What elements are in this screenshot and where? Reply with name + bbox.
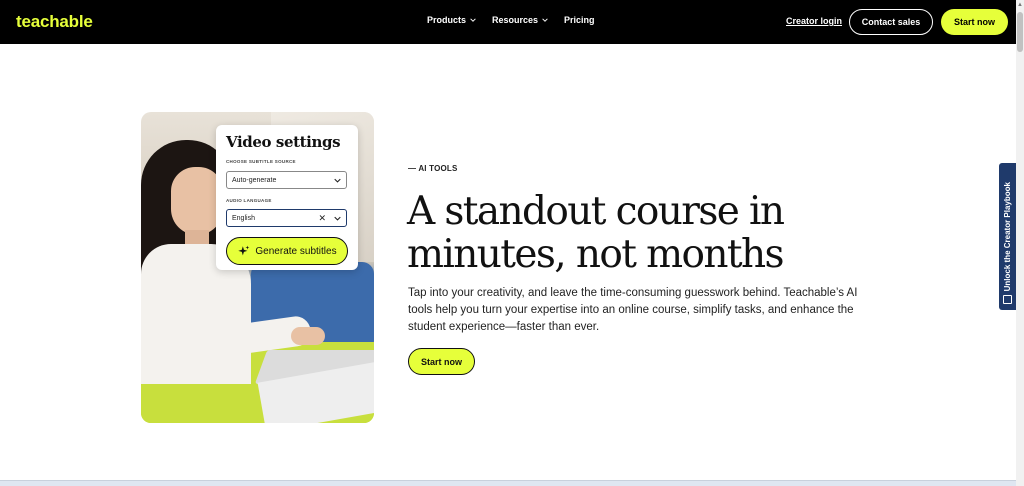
woman-hand	[291, 327, 325, 345]
sparkle-icon	[238, 245, 250, 255]
video-settings-panel: Video settings CHOOSE SUBTITLE SOURCE Au…	[216, 125, 358, 270]
panel-title: Video settings	[226, 133, 341, 151]
main-menu: Products Resources Pricing	[427, 15, 595, 25]
scroll-up-arrow-icon[interactable]: ▲	[1017, 2, 1023, 8]
menu-item-label: Pricing	[564, 15, 595, 25]
menu-item-products[interactable]: Products	[427, 15, 476, 25]
generate-subtitles-button[interactable]: Generate subtitles	[226, 237, 348, 265]
menu-item-resources[interactable]: Resources	[492, 15, 548, 25]
bottom-strip	[0, 480, 1016, 486]
menu-item-pricing[interactable]: Pricing	[564, 15, 595, 25]
subtitle-source-select[interactable]: Auto-generate	[226, 171, 347, 189]
start-now-hero-button[interactable]: Start now	[408, 348, 475, 375]
page-scrollbar[interactable]: ▲	[1016, 0, 1024, 486]
chevron-down-icon	[470, 18, 476, 22]
audio-language-value: English	[232, 214, 255, 222]
chevron-down-icon	[542, 18, 548, 22]
clear-icon[interactable]: ✕	[318, 213, 326, 224]
contact-sales-button[interactable]: Contact sales	[849, 9, 933, 35]
audio-language-select[interactable]: English ✕	[226, 209, 347, 227]
subtitle-source-value: Auto-generate	[232, 176, 277, 184]
subtitle-source-label: CHOOSE SUBTITLE SOURCE	[226, 159, 296, 164]
side-tab-label: Unlock the Creator Playbook	[1003, 181, 1012, 292]
menu-item-label: Resources	[492, 15, 539, 25]
generate-subtitles-label: Generate subtitles	[255, 245, 337, 257]
chevron-down-icon	[334, 178, 341, 183]
start-now-nav-button[interactable]: Start now	[941, 9, 1008, 35]
hero-description: Tap into your creativity, and leave the …	[408, 287, 858, 333]
section-eyebrow: — AI TOOLS	[408, 164, 458, 173]
book-icon	[1003, 295, 1012, 304]
top-nav: teachable Products Resources Pricing Cre…	[0, 0, 1016, 44]
creator-login-link[interactable]: Creator login	[786, 16, 842, 26]
audio-language-label: AUDIO LANGUAGE	[226, 198, 272, 203]
scroll-thumb[interactable]	[1017, 12, 1023, 52]
teachable-logo[interactable]: teachable	[16, 12, 93, 32]
creator-playbook-side-tab[interactable]: Unlock the Creator Playbook	[999, 163, 1016, 310]
chevron-down-icon	[334, 216, 341, 221]
menu-item-label: Products	[427, 15, 467, 25]
hero-headline: A standout course in minutes, not months	[407, 189, 785, 277]
